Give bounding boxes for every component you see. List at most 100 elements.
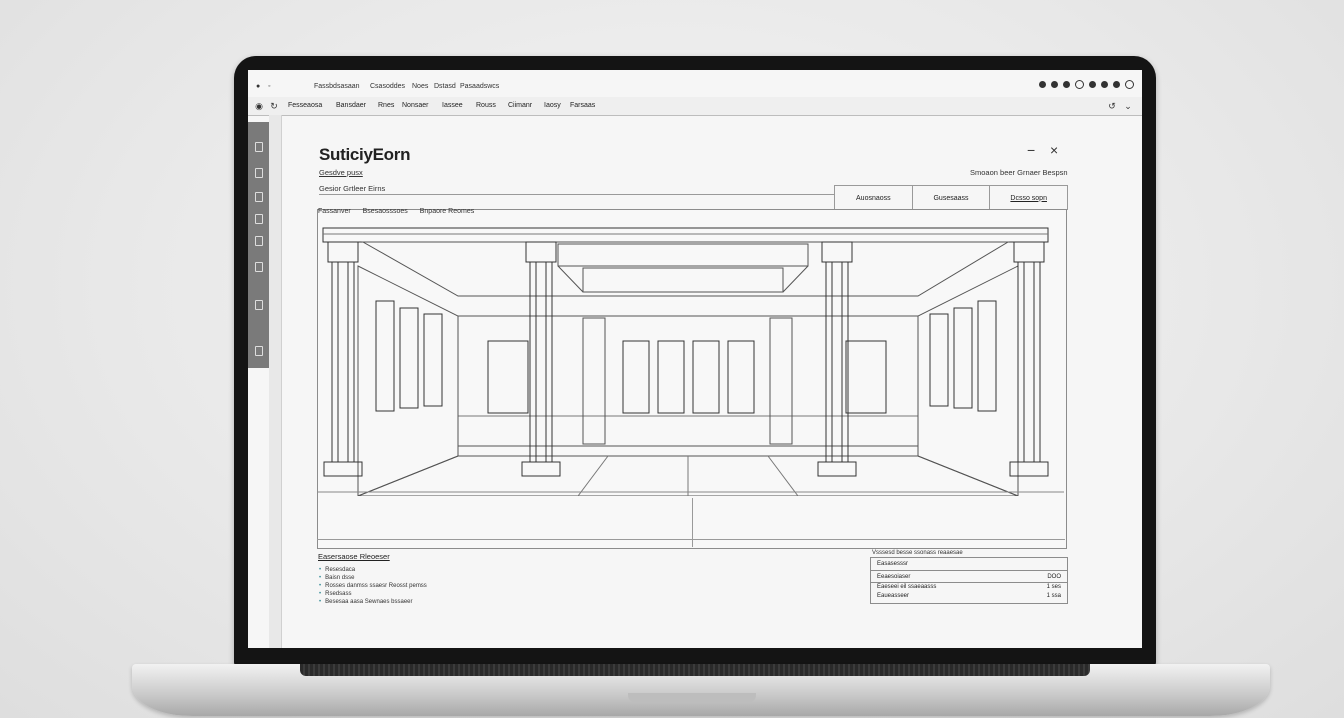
- list-item: Resesdaca: [319, 566, 427, 574]
- page-title: SuticiyEorn: [319, 145, 411, 164]
- apple-icon[interactable]: ●: [256, 83, 260, 90]
- ceiling-recess: [361, 241, 1010, 297]
- close-icon[interactable]: ×: [1050, 142, 1058, 158]
- side-window: [929, 313, 949, 407]
- menu-item[interactable]: Fassbdsasaan: [314, 83, 360, 90]
- filter-item[interactable]: Bsesaosssoes: [363, 208, 408, 215]
- status-tray: [1039, 80, 1134, 89]
- column: [323, 241, 363, 477]
- side-window: [953, 307, 973, 409]
- sidebar-icon[interactable]: [255, 142, 263, 152]
- sidebar-icon[interactable]: [255, 346, 263, 356]
- status-icon[interactable]: [1089, 81, 1096, 88]
- table-cell: 1 ssa: [1046, 593, 1061, 599]
- side-window: [423, 313, 443, 407]
- refresh-icon[interactable]: ↻: [268, 100, 280, 112]
- table-cell: Eaeseei eil ssaeaasss: [877, 584, 937, 590]
- column: [1009, 241, 1049, 477]
- tab-view-1[interactable]: Auosnaoss: [835, 186, 912, 210]
- table-row: Eaeseei eil ssaeaasss 1 ses: [877, 584, 1061, 590]
- table-cell: Eeaesoiaser: [877, 574, 911, 580]
- table-cell: DOO: [1047, 574, 1061, 580]
- subtitle-link[interactable]: Gesdve pusx: [319, 168, 363, 177]
- divider: [871, 582, 1067, 583]
- column: [817, 241, 857, 477]
- scroll-rail[interactable]: [269, 115, 282, 648]
- menu-item[interactable]: Dstasd: [434, 83, 456, 90]
- toolbar-item[interactable]: Ciimanr: [508, 102, 532, 109]
- table-caption: Vsssesd besse ssonass reaaesae: [872, 550, 963, 556]
- sidebar-icon[interactable]: [255, 236, 263, 246]
- list-item: Rsedsass: [319, 590, 427, 598]
- list-item: Baisn dsse: [319, 574, 427, 582]
- menu-item[interactable]: Csasoddes: [370, 83, 405, 90]
- divider: [317, 539, 1065, 540]
- filter-item[interactable]: Fassanver: [318, 208, 351, 215]
- view-tabs: Auosnaoss Gusesaass Dcsso sopn: [834, 185, 1068, 210]
- sidebar-icon[interactable]: [255, 168, 263, 178]
- window: [657, 340, 685, 414]
- status-icon[interactable]: [1039, 81, 1046, 88]
- sidebar-icon[interactable]: [255, 214, 263, 224]
- sidebar-icon[interactable]: [255, 262, 263, 272]
- menu-item[interactable]: Pasaadswcs: [460, 83, 499, 90]
- search-link[interactable]: Smoaon beer Grnaer Bespsn: [970, 168, 1068, 177]
- window: [845, 340, 887, 414]
- minimize-icon[interactable]: −: [1027, 142, 1035, 158]
- back-column: [769, 317, 793, 445]
- tab-view-3[interactable]: Dcsso sopn: [989, 186, 1067, 210]
- properties-table: Easasesssr Eeaesoiaser DOO Eaeseei eil s…: [870, 557, 1068, 604]
- laptop-hinge: [300, 664, 1090, 676]
- toolbar-item[interactable]: Farsaas: [570, 102, 595, 109]
- ceiling-panel: [557, 243, 809, 267]
- chevron-down-icon[interactable]: ⌄: [1122, 100, 1134, 112]
- section-label: Gesior Grtleer Eirns: [319, 184, 386, 193]
- window: [487, 340, 529, 414]
- screen: ● ◦ Fassbdsasaan Csasoddes Noes Dstasd P…: [248, 70, 1142, 648]
- status-icon[interactable]: [1125, 80, 1134, 89]
- toolbar-item[interactable]: Rouss: [476, 102, 496, 109]
- divider: [871, 570, 1067, 571]
- table-cell: 1 ses: [1046, 584, 1061, 590]
- ceiling-line: [782, 265, 809, 293]
- menu-bar: ● ◦ Fassbdsasaan Csasoddes Noes Dstasd P…: [248, 79, 1142, 95]
- back-wall: [457, 315, 919, 447]
- toolbar-item[interactable]: Iassee: [442, 102, 463, 109]
- toolbar-item[interactable]: Bansdaer: [336, 102, 366, 109]
- status-icon[interactable]: [1113, 81, 1120, 88]
- divider: [692, 498, 693, 547]
- window: [692, 340, 720, 414]
- filter-row: Fassanver Bsesaosssoes Bnpaore Reomes: [318, 208, 484, 215]
- menu-item[interactable]: Noes: [412, 83, 428, 90]
- window: [727, 340, 755, 414]
- table-cell: Easasesssr: [877, 561, 909, 567]
- notes-title: Easersaose Rleoeser: [318, 552, 390, 561]
- notes-list: Resesdaca Baisn dsse Rosses danmss ssaes…: [319, 566, 427, 606]
- floor-line: [767, 455, 799, 496]
- toolbar-item[interactable]: Iaosy: [544, 102, 561, 109]
- toolbar-item[interactable]: Fesseaosa: [288, 102, 322, 109]
- back-icon[interactable]: ◉: [253, 100, 265, 112]
- status-icon[interactable]: [1063, 81, 1070, 88]
- menu-small-icon[interactable]: ◦: [268, 83, 270, 90]
- table-row: Easasesssr: [877, 561, 1061, 567]
- sidebar-icon[interactable]: [255, 300, 263, 310]
- sidebar: [248, 122, 269, 368]
- status-icon[interactable]: [1101, 81, 1108, 88]
- ceiling-line: [557, 265, 584, 293]
- table-row: Eaueasseer 1 ssa: [877, 593, 1061, 599]
- toolbar-item[interactable]: Rnes: [378, 102, 394, 109]
- list-item: Besesaa aasa Sewnaes bssaeer: [319, 598, 427, 606]
- tab-view-2[interactable]: Gusesaass: [911, 186, 990, 210]
- toolbar: ◉ ↻ Fesseaosa Bansdaer Rnes Nonsaer Iass…: [248, 97, 1142, 116]
- side-window: [375, 300, 395, 412]
- toolbar-item[interactable]: Nonsaer: [402, 102, 428, 109]
- status-icon[interactable]: [1075, 80, 1084, 89]
- side-window: [399, 307, 419, 409]
- settings-icon[interactable]: ↺: [1106, 100, 1118, 112]
- sidebar-icon[interactable]: [255, 192, 263, 202]
- filter-item[interactable]: Bnpaore Reomes: [420, 208, 474, 215]
- ceiling-beam: [322, 227, 1049, 243]
- trackpad-notch: [628, 693, 756, 703]
- status-icon[interactable]: [1051, 81, 1058, 88]
